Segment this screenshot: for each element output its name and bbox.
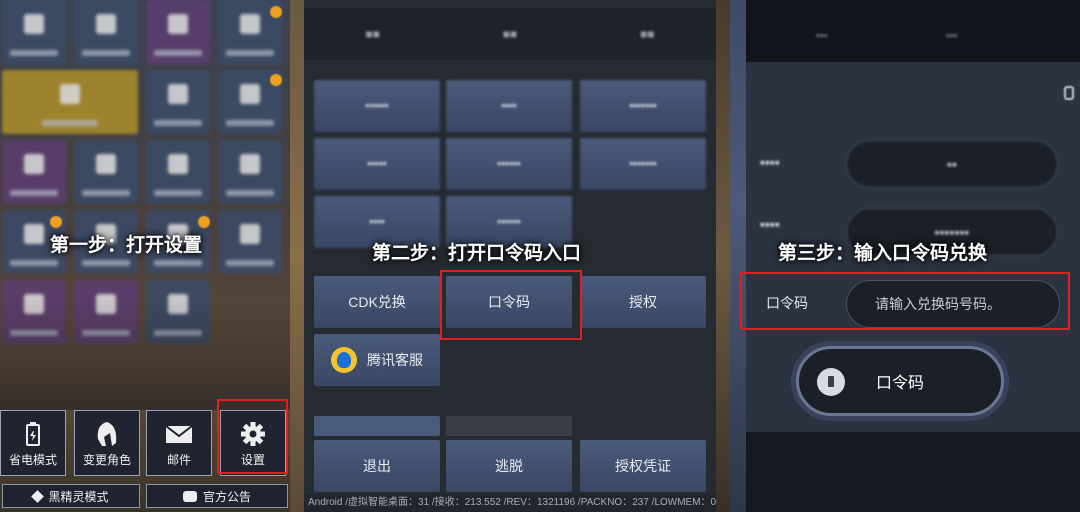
authorize-button[interactable]: 授权	[580, 276, 706, 328]
background-art	[716, 0, 730, 512]
change-character-label: 变更角色	[82, 453, 131, 467]
exit-button[interactable]: 退出	[314, 440, 440, 492]
menu-tile-blurred[interactable]	[74, 140, 138, 204]
menu-tile-blurred[interactable]	[218, 140, 282, 204]
notification-dot	[270, 74, 282, 86]
highlight-box-code-input	[740, 272, 1070, 330]
helmet-icon	[97, 422, 117, 446]
menu-tile-blurred[interactable]	[2, 0, 66, 64]
background-scenery	[0, 300, 290, 410]
tab-blurred[interactable]: ▪▪▪	[946, 30, 958, 42]
tab-blurred[interactable]: ■■	[579, 8, 716, 60]
mail-icon	[165, 425, 193, 443]
menu-tile-blurred[interactable]	[2, 140, 66, 204]
divider-bar	[446, 416, 572, 436]
tab-blurred[interactable]: ■■	[304, 8, 441, 60]
menu-tile-blurred[interactable]	[146, 0, 210, 64]
official-notice-button[interactable]: 官方公告	[146, 484, 288, 508]
option-button-blurred[interactable]: ▪▪▪▪▪▪	[446, 138, 572, 190]
chat-icon	[182, 490, 197, 502]
menu-tile-blurred[interactable]	[218, 210, 282, 274]
option-button-blurred[interactable]: ▪▪▪▪▪▪	[314, 80, 440, 132]
settings-tabs: ■■ ■■ ■■	[304, 8, 716, 60]
step2-label: 第二步：打开口令码入口	[372, 243, 582, 264]
redeem-button[interactable]: 口令码	[796, 346, 1004, 416]
row-label-blurred: ▪▪▪▪	[760, 154, 780, 170]
black-elf-mode-label: 黑精灵模式	[48, 489, 109, 504]
menu-tile-blurred[interactable]	[146, 140, 210, 204]
status-bar: Android /虚拟智能桌面：31 /接收：213.552 /REV：1321…	[304, 494, 716, 512]
row-label-blurred: ▪▪▪▪	[760, 216, 780, 232]
cdk-redeem-button[interactable]: CDK兑换	[314, 276, 440, 328]
top-bar: ▪▪▪ ▪▪▪	[746, 0, 1080, 62]
tencent-service-button[interactable]: 腾讯客服	[314, 334, 440, 386]
menu-tile-blurred[interactable]	[146, 70, 210, 134]
highlight-box-settings	[217, 399, 288, 474]
option-button-blurred[interactable]: ▪▪▪▪▪▪▪	[580, 138, 706, 190]
mail-label: 邮件	[166, 453, 191, 467]
dialog-footer	[746, 432, 1080, 512]
panel-step2-settings-menu: ■■ ■■ ■■ ▪▪▪▪▪▪ ▪▪▪▪ ▪▪▪▪▪▪▪ ▪▪▪▪▪ ▪▪▪▪▪…	[290, 0, 730, 512]
step3-label: 第三步：输入口令码兑换	[778, 243, 988, 264]
notification-dot	[50, 216, 62, 228]
battery-icon	[26, 422, 40, 446]
step1-label: 第一步：打开设置	[50, 235, 203, 256]
diamond-icon	[31, 489, 45, 503]
notification-dot	[198, 216, 210, 228]
field-blurred[interactable]: ▪▪	[846, 140, 1058, 188]
highlight-box-password-code	[440, 270, 582, 340]
tab-blurred[interactable]: ■■	[441, 8, 578, 60]
official-notice-label: 官方公告	[202, 489, 251, 504]
option-button-blurred[interactable]: ▪▪▪▪▪	[314, 138, 440, 190]
change-character-button[interactable]: 变更角色	[74, 410, 140, 476]
option-button-blurred[interactable]: ▪▪▪▪▪▪▪	[580, 80, 706, 132]
notification-dot	[270, 6, 282, 18]
option-button-blurred[interactable]: ▪▪▪▪	[446, 80, 572, 132]
mail-button[interactable]: 邮件	[146, 410, 212, 476]
power-save-label: 省电模式	[8, 453, 57, 467]
background-art	[290, 0, 304, 512]
escape-button[interactable]: 逃脱	[446, 440, 572, 492]
menu-tile-blurred[interactable]	[2, 70, 138, 134]
tencent-service-label: 腾讯客服	[367, 352, 423, 368]
redeem-button-label: 口令码	[875, 375, 924, 392]
black-elf-mode-button[interactable]: 黑精灵模式	[2, 484, 140, 508]
menu-tile-blurred[interactable]	[74, 0, 138, 64]
panel-step3-redeem: ▪▪▪ ▪▪▪ ▪▪▪▪ ▪▪ ▪▪▪▪ ▪▪▪▪▪▪▪ 口令码 请输入兑换码号…	[730, 0, 1080, 512]
divider-bar	[314, 416, 440, 436]
panel-step1-game-menu: 第一步：打开设置 省电模式 变更角色 邮件 设置 黑精灵模式 官方公告	[0, 0, 290, 512]
background-art	[730, 0, 746, 512]
auth-certificate-button[interactable]: 授权凭证	[580, 440, 706, 492]
close-icon[interactable]	[1064, 86, 1074, 100]
power-save-mode-button[interactable]: 省电模式	[0, 410, 66, 476]
redeem-key-icon	[817, 368, 845, 396]
tencent-service-icon	[331, 347, 357, 373]
tab-blurred[interactable]: ▪▪▪	[816, 30, 828, 42]
tutorial-composite: 第一步：打开设置 省电模式 变更角色 邮件 设置 黑精灵模式 官方公告 ■■ ■…	[0, 0, 1080, 512]
